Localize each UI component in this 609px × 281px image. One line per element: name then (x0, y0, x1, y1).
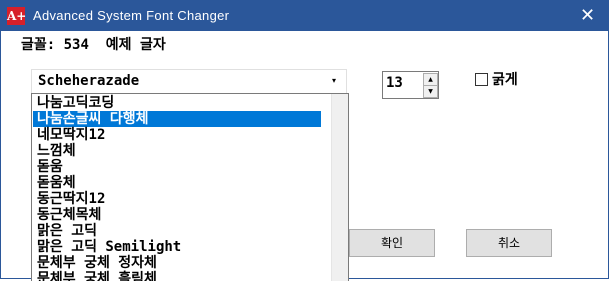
font-list-item[interactable]: 문체부 궁체 흘림체 (33, 271, 321, 281)
font-list-item[interactable]: 맑은 고딕 (33, 223, 321, 239)
font-list-item[interactable]: 돋움 (33, 159, 321, 175)
font-size-value[interactable]: 13 (386, 75, 403, 91)
font-list-item[interactable]: 나눔고딕코딩 (33, 95, 321, 111)
scrollbar[interactable] (331, 94, 348, 281)
bold-label[interactable]: 굵게 (492, 69, 518, 89)
font-list-item[interactable]: 네모딱지12 (33, 127, 321, 143)
app-window: A+ Advanced System Font Changer ✕ 글꼴: 53… (0, 0, 609, 281)
font-list-item[interactable]: 맑은 고딕 Semilight (33, 239, 321, 255)
font-list-item[interactable]: 문체부 궁체 정자체 (33, 255, 321, 271)
bold-checkbox[interactable] (475, 73, 488, 86)
font-count-status: 글꼴: 534 예제 글자 (21, 37, 166, 53)
window-title: Advanced System Font Changer (33, 8, 230, 23)
font-list-item[interactable]: 느껌체 (33, 143, 321, 159)
font-list-item[interactable]: 동근딱지12 (33, 191, 321, 207)
title-bar[interactable]: A+ Advanced System Font Changer ✕ (1, 1, 608, 31)
font-list-item[interactable]: 나눔손글씨 다행체 (33, 111, 321, 127)
font-select-value: Scheherazade (38, 73, 140, 89)
close-button[interactable]: ✕ (567, 1, 608, 31)
ok-button[interactable]: 확인 (349, 229, 435, 257)
font-list-item[interactable]: 동근체목체 (33, 207, 321, 223)
chevron-down-icon[interactable]: ▾ (332, 76, 336, 85)
font-size-stepper[interactable]: 13 ▲ ▼ (382, 71, 439, 99)
font-dropdown-list[interactable]: 나눔고딕코딩 나눔손글씨 다행체 네모딱지12 느껌체 돋움 돋움체 동근딱지12 동근체목체… (31, 93, 349, 281)
cancel-button[interactable]: 취소 (466, 229, 552, 257)
font-list-item[interactable]: 돋움체 (33, 175, 321, 191)
font-select[interactable]: Scheherazade ▾ (31, 69, 347, 94)
app-icon: A+ (7, 7, 27, 25)
spin-down-button[interactable]: ▼ (423, 85, 438, 98)
close-icon: ✕ (579, 5, 596, 26)
